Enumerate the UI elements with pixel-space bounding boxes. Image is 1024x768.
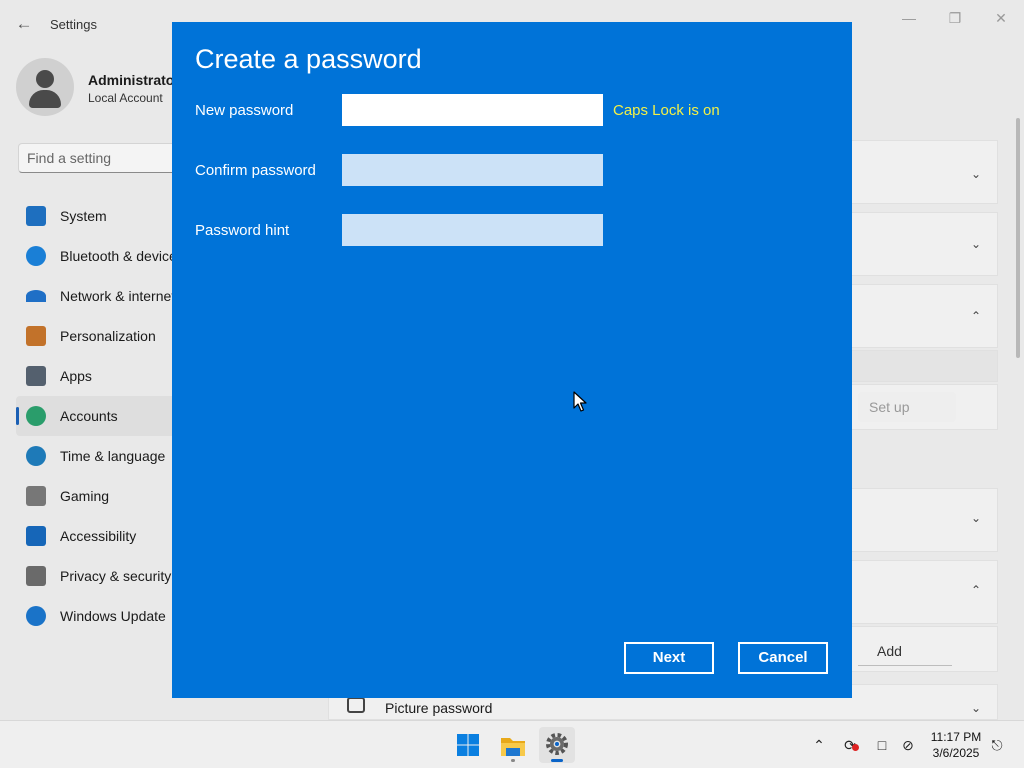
clock[interactable]: 11:17 PM 3/6/2025 [928, 729, 984, 761]
sidebar-item[interactable]: Time & language [16, 436, 176, 476]
picture-icon [347, 697, 365, 713]
account-type: Local Account [88, 91, 163, 105]
restore-icon[interactable]: ❐ [940, 6, 970, 30]
shield-icon [26, 566, 46, 586]
settings-card[interactable]: ⌄ [850, 140, 998, 204]
settings-card[interactable]: ⌄ [850, 212, 998, 276]
sidebar-item-label: Privacy & security [60, 568, 172, 584]
sidebar-item-label: Network & internet [60, 288, 176, 304]
brush-icon [26, 326, 46, 346]
sidebar-item[interactable]: Bluetooth & devices [16, 236, 184, 276]
refresh-icon [26, 606, 46, 626]
picture-password-label: Picture password [385, 700, 493, 716]
create-password-dialog: Create a password New password Caps Lock… [172, 22, 852, 698]
start-button[interactable] [450, 727, 486, 763]
sidebar-item[interactable]: System [16, 196, 176, 236]
settings-card-body [850, 350, 998, 382]
confirm-password-label: Confirm password [195, 162, 316, 179]
sidebar-item-label: Accounts [60, 408, 118, 424]
clock-date: 3/6/2025 [932, 746, 980, 760]
next-button[interactable]: Next [624, 642, 714, 674]
settings-card[interactable]: ⌄ [850, 488, 998, 552]
add-button[interactable]: Add [858, 636, 952, 666]
apps-icon [26, 366, 46, 386]
sidebar-item[interactable]: Accessibility [16, 516, 176, 556]
notification-bell-icon[interactable]: ⎋ [987, 735, 1007, 755]
scrollbar[interactable] [1016, 118, 1020, 358]
sidebar-item-label: Apps [60, 368, 92, 384]
running-indicator [511, 759, 515, 762]
avatar [16, 58, 74, 116]
bluetooth-icon [26, 246, 46, 266]
sidebar-nav: System Bluetooth & devices Network & inter… [16, 196, 184, 636]
sidebar-item[interactable]: Accounts [16, 396, 176, 436]
clock-time: 11:17 PM [930, 730, 982, 744]
sidebar-item-label: Windows Update [60, 608, 166, 624]
close-icon[interactable]: ✕ [986, 6, 1016, 30]
chevron-up-icon: ⌃ [970, 583, 981, 597]
sidebar-item-label: System [60, 208, 107, 224]
back-arrow-icon[interactable]: ← [12, 12, 36, 36]
new-password-label: New password [195, 102, 294, 119]
user-name: Administrator [88, 72, 180, 88]
new-password-input[interactable] [342, 94, 603, 126]
sidebar-item[interactable]: Windows Update [16, 596, 176, 636]
sidebar-item-label: Accessibility [60, 528, 137, 544]
gear-icon [546, 733, 568, 755]
show-hidden-icons-chevron-icon[interactable]: ⌃ [809, 735, 829, 755]
active-indicator [551, 759, 563, 762]
settings-taskbar-button[interactable] [539, 727, 575, 763]
confirm-password-input[interactable] [342, 154, 603, 186]
globe-clock-icon [26, 446, 46, 466]
settings-card-expanded[interactable]: ⌃ [850, 560, 998, 624]
volume-muted-icon[interactable]: ⊘ [898, 735, 918, 755]
sidebar-item[interactable]: Gaming [16, 476, 176, 516]
dialog-title: Create a password [195, 44, 422, 74]
caps-lock-warning: Caps Lock is on [613, 102, 720, 119]
sidebar-item-label: Time & language [60, 448, 166, 464]
set-up-button[interactable]: Set up [858, 392, 956, 422]
password-hint-label: Password hint [195, 222, 290, 239]
file-explorer-button[interactable] [495, 727, 531, 763]
sidebar-item[interactable]: Privacy & security [16, 556, 176, 596]
sidebar-item-label: Personalization [60, 328, 156, 344]
sidebar-item[interactable]: Network & internet [16, 276, 176, 316]
chevron-down-icon: ⌄ [970, 167, 981, 181]
taskbar: ⌃ ⟳ □ ⊘ 11:17 PM 3/6/2025 ⎋ [0, 720, 1024, 768]
sidebar-item-label: Bluetooth & devices [60, 248, 184, 264]
window-title: Settings [50, 17, 97, 32]
sidebar-item-label: Gaming [60, 488, 110, 504]
chevron-down-icon: ⌄ [970, 701, 981, 715]
mouse-pointer-icon [573, 391, 587, 412]
sidebar-item[interactable]: Apps [16, 356, 176, 396]
chevron-down-icon: ⌄ [970, 511, 981, 525]
network-icon[interactable]: □ [872, 735, 892, 755]
accessibility-icon [26, 526, 46, 546]
windows-logo-icon [457, 734, 479, 756]
search-input[interactable]: Find a setting [18, 143, 188, 173]
sidebar-item[interactable]: Personalization [16, 316, 176, 356]
password-hint-input[interactable] [342, 214, 603, 246]
chevron-up-icon: ⌃ [970, 309, 981, 323]
settings-card-expanded[interactable]: ⌃ [850, 284, 998, 348]
sync-alert-icon[interactable]: ⟳ [840, 735, 860, 755]
wifi-icon [26, 290, 46, 302]
person-icon [26, 406, 46, 426]
gamepad-icon [26, 486, 46, 506]
minimize-icon[interactable]: — [894, 6, 924, 30]
folder-icon [501, 738, 525, 756]
chevron-down-icon: ⌄ [970, 237, 981, 251]
monitor-icon [26, 206, 46, 226]
cancel-button[interactable]: Cancel [738, 642, 828, 674]
